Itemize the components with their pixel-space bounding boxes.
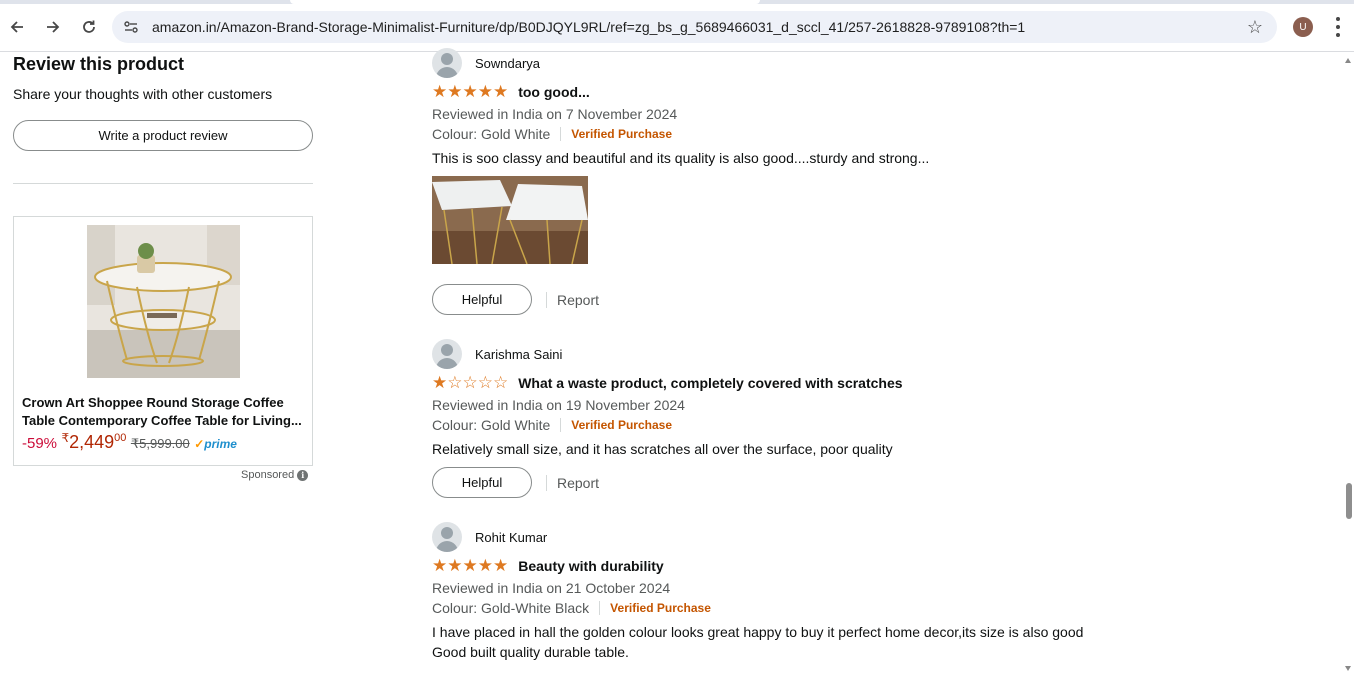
review-this-product-subheading: Share your thoughts with other customers <box>13 86 273 102</box>
review-title-row: ★★★★★ too good... <box>432 82 1332 102</box>
star-rating-icon[interactable]: ★★★★★ <box>432 556 508 576</box>
ad-price-fraction: 00 <box>114 432 127 444</box>
prime-check-icon: ✓ <box>194 437 205 451</box>
variant-separator <box>560 127 562 141</box>
review-colour[interactable]: Colour: Gold-White Black <box>432 598 589 618</box>
info-icon[interactable]: i <box>297 469 309 481</box>
review-this-product-heading: Review this product <box>13 54 185 74</box>
report-link[interactable]: Report <box>557 475 599 491</box>
report-link[interactable]: Report <box>557 292 599 308</box>
action-separator <box>546 474 547 491</box>
variant-separator <box>560 418 562 432</box>
forward-icon[interactable] <box>40 14 66 40</box>
reviewer-profile[interactable]: Sowndarya <box>432 48 1332 78</box>
star-rating-icon[interactable]: ★★★★★ <box>432 82 508 102</box>
ad-product-title[interactable]: Crown Art Shoppee Round Storage Coffee T… <box>22 394 308 430</box>
action-separator <box>546 291 547 308</box>
sponsored-label-row[interactable]: Sponsored i <box>241 469 309 481</box>
review-item: Karishma Saini ★☆☆☆☆ What a waste produc… <box>432 339 1332 498</box>
tab-strip <box>0 0 1354 4</box>
reload-icon[interactable] <box>76 14 102 40</box>
site-settings-icon[interactable] <box>122 18 140 36</box>
review-item: Rohit Kumar ★★★★★ Beauty with durability… <box>432 522 1332 662</box>
bookmark-star-icon[interactable]: ☆ <box>1247 17 1263 38</box>
browser-menu-icon[interactable] <box>1330 15 1346 39</box>
reviewer-avatar-icon[interactable] <box>432 339 462 369</box>
review-variant-row: Colour: Gold White Verified Purchase <box>432 124 1332 144</box>
review-body-line: I have placed in hall the golden colour … <box>432 624 1084 640</box>
review-actions: Helpful Report <box>432 284 1332 315</box>
reviewer-avatar-icon[interactable] <box>432 48 462 78</box>
ad-price: ₹2,44900 <box>61 431 127 452</box>
review-date: Reviewed in India on 21 October 2024 <box>432 580 671 596</box>
reviewer-name[interactable]: Sowndarya <box>475 56 540 71</box>
sidebar-divider <box>13 183 313 184</box>
scroll-up-arrow-icon[interactable] <box>1345 58 1351 63</box>
review-body: This is soo classy and beautiful and its… <box>432 150 930 166</box>
ad-discount: -59% <box>22 435 58 452</box>
back-icon[interactable] <box>4 14 30 40</box>
review-body: Relatively small size, and it has scratc… <box>432 441 893 457</box>
reviewer-profile[interactable]: Rohit Kumar <box>432 522 1332 552</box>
write-review-button[interactable]: Write a product review <box>13 120 313 151</box>
review-date: Reviewed in India on 7 November 2024 <box>432 106 678 122</box>
profile-avatar-button[interactable]: U <box>1293 17 1313 37</box>
review-title-row: ★★★★★ Beauty with durability <box>432 556 1332 576</box>
review-colour[interactable]: Colour: Gold White <box>432 124 550 144</box>
prime-badge: ✓prime <box>194 437 237 451</box>
reviewer-name[interactable]: Rohit Kumar <box>475 530 547 545</box>
ad-mrp: ₹5,999.00 <box>130 436 190 451</box>
ad-price-currency: ₹ <box>61 431 70 445</box>
review-title[interactable]: Beauty with durability <box>518 558 663 574</box>
review-body: I have placed in hall the golden colour … <box>432 622 1332 662</box>
verified-purchase-badge: Verified Purchase <box>610 601 711 615</box>
review-variant-row: Colour: Gold-White Black Verified Purcha… <box>432 598 1332 618</box>
review-colour[interactable]: Colour: Gold White <box>432 415 550 435</box>
helpful-button[interactable]: Helpful <box>432 284 532 315</box>
sponsored-ad-card[interactable]: Crown Art Shoppee Round Storage Coffee T… <box>13 216 313 466</box>
address-bar[interactable]: amazon.in/Amazon-Brand-Storage-Minimalis… <box>112 11 1277 43</box>
browser-toolbar: amazon.in/Amazon-Brand-Storage-Minimalis… <box>0 0 1354 52</box>
scroll-down-arrow-icon[interactable] <box>1345 666 1351 671</box>
reviewer-name[interactable]: Karishma Saini <box>475 347 562 362</box>
sponsored-label: Sponsored <box>241 469 295 481</box>
page-scrollbar[interactable] <box>1342 52 1354 675</box>
prime-label: prime <box>204 437 237 451</box>
review-variant-row: Colour: Gold White Verified Purchase <box>432 415 1332 435</box>
star-rating-icon[interactable]: ★☆☆☆☆ <box>432 373 508 393</box>
review-title[interactable]: What a waste product, completely covered… <box>518 375 902 391</box>
ad-price-row: -59% ₹2,44900 ₹5,999.00 ✓prime <box>22 431 237 453</box>
review-title-row: ★☆☆☆☆ What a waste product, completely c… <box>432 373 1332 393</box>
active-tab[interactable] <box>290 0 760 4</box>
variant-separator <box>599 601 601 615</box>
url-text[interactable]: amazon.in/Amazon-Brand-Storage-Minimalis… <box>152 19 1025 35</box>
helpful-button[interactable]: Helpful <box>432 467 532 498</box>
review-date: Reviewed in India on 19 November 2024 <box>432 397 685 413</box>
reviewer-profile[interactable]: Karishma Saini <box>432 339 1332 369</box>
scrollbar-thumb[interactable] <box>1346 483 1352 519</box>
review-item: Sowndarya ★★★★★ too good... Reviewed in … <box>432 48 1332 315</box>
ad-price-whole: 2,449 <box>69 432 115 452</box>
verified-purchase-badge: Verified Purchase <box>571 127 672 141</box>
review-title[interactable]: too good... <box>518 84 590 100</box>
review-image[interactable] <box>432 176 588 264</box>
verified-purchase-badge: Verified Purchase <box>571 418 672 432</box>
ad-product-image[interactable] <box>87 225 240 378</box>
review-actions: Helpful Report <box>432 467 1332 498</box>
reviewer-avatar-icon[interactable] <box>432 522 462 552</box>
review-body-line: Good built quality durable table. <box>432 644 629 660</box>
